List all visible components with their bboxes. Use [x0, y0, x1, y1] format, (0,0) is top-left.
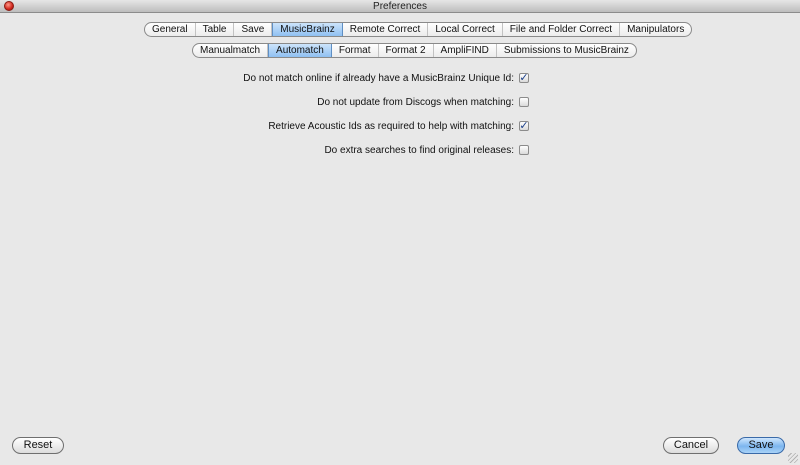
- subtab-format-2[interactable]: Format 2: [379, 44, 434, 57]
- checkmark-icon: ✓: [519, 119, 529, 132]
- main-tab-bar: General Table Save MusicBrainz Remote Co…: [144, 22, 693, 37]
- tab-musicbrainz[interactable]: MusicBrainz: [272, 23, 343, 36]
- option-label-no-discogs-update: Do not update from Discogs when matching…: [317, 97, 514, 108]
- tab-remote-correct[interactable]: Remote Correct: [343, 23, 429, 36]
- subtab-amplifind[interactable]: AmpliFIND: [434, 44, 497, 57]
- option-label-extra-searches: Do extra searches to find original relea…: [324, 145, 514, 156]
- subtab-submissions-to-musicbrainz[interactable]: Submissions to MusicBrainz: [497, 44, 636, 57]
- checkbox-retrieve-acoustic-ids[interactable]: ✓: [519, 119, 529, 132]
- checkbox-extra-searches[interactable]: ✓: [519, 145, 529, 155]
- tab-file-and-folder-correct[interactable]: File and Folder Correct: [503, 23, 621, 36]
- save-button[interactable]: Save: [737, 437, 785, 454]
- title-bar: Preferences: [0, 0, 800, 13]
- resize-grip-icon[interactable]: [788, 453, 798, 463]
- reset-button[interactable]: Reset: [12, 437, 64, 454]
- tab-local-correct[interactable]: Local Correct: [428, 23, 503, 36]
- tab-table[interactable]: Table: [196, 23, 235, 36]
- checkbox-no-match-if-unique-id[interactable]: ✓: [519, 71, 529, 84]
- subtab-manualmatch[interactable]: Manualmatch: [193, 44, 269, 57]
- subtab-automatch[interactable]: Automatch: [268, 44, 332, 57]
- window-title: Preferences: [373, 1, 427, 12]
- checkbox-no-discogs-update[interactable]: ✓: [519, 97, 529, 107]
- checkmark-icon: ✓: [519, 71, 529, 84]
- tab-manipulators[interactable]: Manipulators: [620, 23, 691, 36]
- cancel-button[interactable]: Cancel: [663, 437, 719, 454]
- option-label-no-match-if-unique-id: Do not match online if already have a Mu…: [243, 73, 514, 84]
- option-label-retrieve-acoustic-ids: Retrieve Acoustic Ids as required to hel…: [268, 121, 514, 132]
- subtab-format[interactable]: Format: [332, 44, 379, 57]
- tab-general[interactable]: General: [145, 23, 196, 36]
- tab-save[interactable]: Save: [234, 23, 273, 36]
- sub-tab-bar: Manualmatch Automatch Format Format 2 Am…: [192, 43, 637, 58]
